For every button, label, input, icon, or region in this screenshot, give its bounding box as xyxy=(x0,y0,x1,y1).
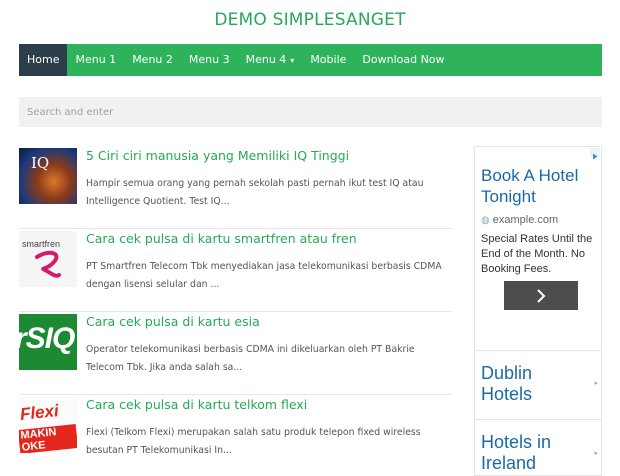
post-excerpt: Operator telekomunikasi berbasis CDMA in… xyxy=(86,344,415,373)
nav-item-menu-3[interactable]: Menu 3 xyxy=(181,44,238,76)
post-excerpt: PT Smartfren Telecom Tbk menyediakan jas… xyxy=(86,261,442,290)
nav-item-mobile[interactable]: Mobile xyxy=(302,44,354,76)
ad-body-text: Special Rates Until the End of the Month… xyxy=(481,233,593,275)
post-item: IQ 5 Ciri ciri manusia yang Memiliki IQ … xyxy=(19,146,451,229)
chevron-right-icon: ▸ xyxy=(594,380,598,387)
nav-item-menu-4[interactable]: Menu 4 ▾ xyxy=(238,44,303,76)
nav-item-menu-1[interactable]: Menu 1 xyxy=(67,44,124,76)
search-input[interactable] xyxy=(19,97,602,127)
sidebar-ad: Book A Hotel Tonight ◍ example.com Specia… xyxy=(474,146,602,476)
divider xyxy=(475,350,601,351)
main-nav: Home Menu 1 Menu 2 Menu 3 Menu 4 ▾ Mobile… xyxy=(19,44,602,76)
post-thumbnail[interactable]: Flexi MAKIN OKE xyxy=(19,397,77,453)
ad-url[interactable]: ◍ example.com xyxy=(481,214,558,226)
ad-go-button[interactable] xyxy=(504,281,578,310)
smartfren-logo-icon xyxy=(35,250,61,278)
divider xyxy=(475,419,601,420)
nav-item-menu-2[interactable]: Menu 2 xyxy=(124,44,181,76)
post-excerpt: Flexi (Telkom Flexi) merupakan salah sat… xyxy=(86,427,421,456)
nav-item-download-now[interactable]: Download Now xyxy=(354,44,452,76)
post-list: IQ 5 Ciri ciri manusia yang Memiliki IQ … xyxy=(19,146,451,476)
post-title-link[interactable]: Cara cek pulsa di kartu telkom flexi xyxy=(86,397,307,412)
nav-item-home[interactable]: Home xyxy=(19,44,68,76)
chevron-right-icon xyxy=(537,289,546,303)
site-title[interactable]: DEMO SIMPLESANGET xyxy=(0,10,620,30)
chevron-down-icon: ▾ xyxy=(290,56,295,65)
ad-link-dublin-hotels[interactable]: Dublin Hotels xyxy=(481,363,586,405)
post-thumbnail[interactable]: rSIQ xyxy=(19,314,77,370)
nav-item-label: Menu 4 xyxy=(245,53,287,66)
post-title-link[interactable]: Cara cek pulsa di kartu smartfren atau f… xyxy=(86,231,357,246)
thumbnail-label: IQ xyxy=(31,154,50,172)
ad-url-text: example.com xyxy=(492,214,559,226)
post-item: rSIQ Cara cek pulsa di kartu esia Operat… xyxy=(19,312,451,395)
post-excerpt: Hampir semua orang yang pernah sekolah p… xyxy=(86,178,424,207)
post-title-link[interactable]: Cara cek pulsa di kartu esia xyxy=(86,314,260,329)
ad-headline[interactable]: Book A Hotel Tonight xyxy=(481,165,599,207)
globe-icon: ◍ xyxy=(481,215,490,226)
post-title-link[interactable]: 5 Ciri ciri manusia yang Memiliki IQ Tin… xyxy=(86,148,349,163)
post-thumbnail[interactable]: IQ xyxy=(19,148,77,204)
post-item: Flexi MAKIN OKE Cara cek pulsa di kartu … xyxy=(19,395,451,476)
esia-logo-icon: rSIQ xyxy=(19,322,75,355)
post-thumbnail[interactable]: smartfren xyxy=(19,231,77,287)
flexi-banner-icon: MAKIN OKE xyxy=(19,424,77,453)
post-item: smartfren Cara cek pulsa di kartu smartf… xyxy=(19,229,451,312)
adchoices-icon[interactable] xyxy=(590,148,600,160)
chevron-right-icon: ▸ xyxy=(594,450,598,457)
thumbnail-label: Flexi xyxy=(19,401,60,424)
ad-link-hotels-in-ireland[interactable]: Hotels in Ireland xyxy=(481,432,586,474)
